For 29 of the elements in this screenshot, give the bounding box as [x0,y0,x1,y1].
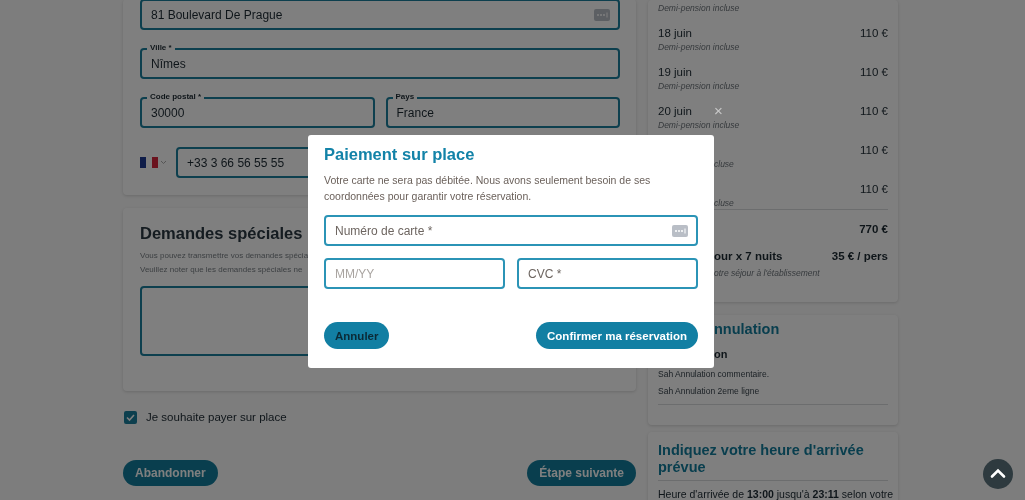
section-title: Indiquez votre heure d'arrivée prévue [658,442,865,476]
meal-note: cluse [714,197,734,209]
night-date: 19 juin [658,66,692,78]
meal-note: Demi-pension incluse [658,41,740,53]
tax-note: otre séjour à l'établissement [714,267,820,279]
night-date: 18 juin [658,27,692,39]
meal-note: Demi-pension incluse [658,2,740,14]
tax-label: our x 7 nuits [714,250,783,262]
night-price: 110 € [860,183,888,195]
field-label: Code postal * [147,92,205,102]
arrival-text: Heure d'arrivée de 13:00 jusqu'à 23:11 selon votre [658,489,894,500]
checkbox-label: Je souhaite payer sur place [146,411,287,423]
section-title: nnulation [714,320,781,338]
total-price: 770 € [859,223,888,235]
field-label: Pays [392,92,418,102]
night-price: 110 € [860,105,888,117]
section-title: Demandes spéciales [140,223,303,243]
policy-name: on [714,347,729,361]
meal-note: Demi-pension incluse [658,80,740,92]
field-label: Ville * [147,43,175,53]
policy-text: Sah Annulation 2eme ligne [658,385,761,397]
tax-amount: 35 € / pers [831,250,888,262]
night-date: 20 juin [658,105,692,117]
meal-note: cluse [714,158,734,170]
night-price: 110 € [860,66,888,78]
night-price: 110 € [860,144,888,156]
night-price: 110 € [860,27,888,39]
policy-text: Sah Annulation commentaire. [658,368,771,380]
meal-note: Demi-pension incluse [658,119,740,131]
